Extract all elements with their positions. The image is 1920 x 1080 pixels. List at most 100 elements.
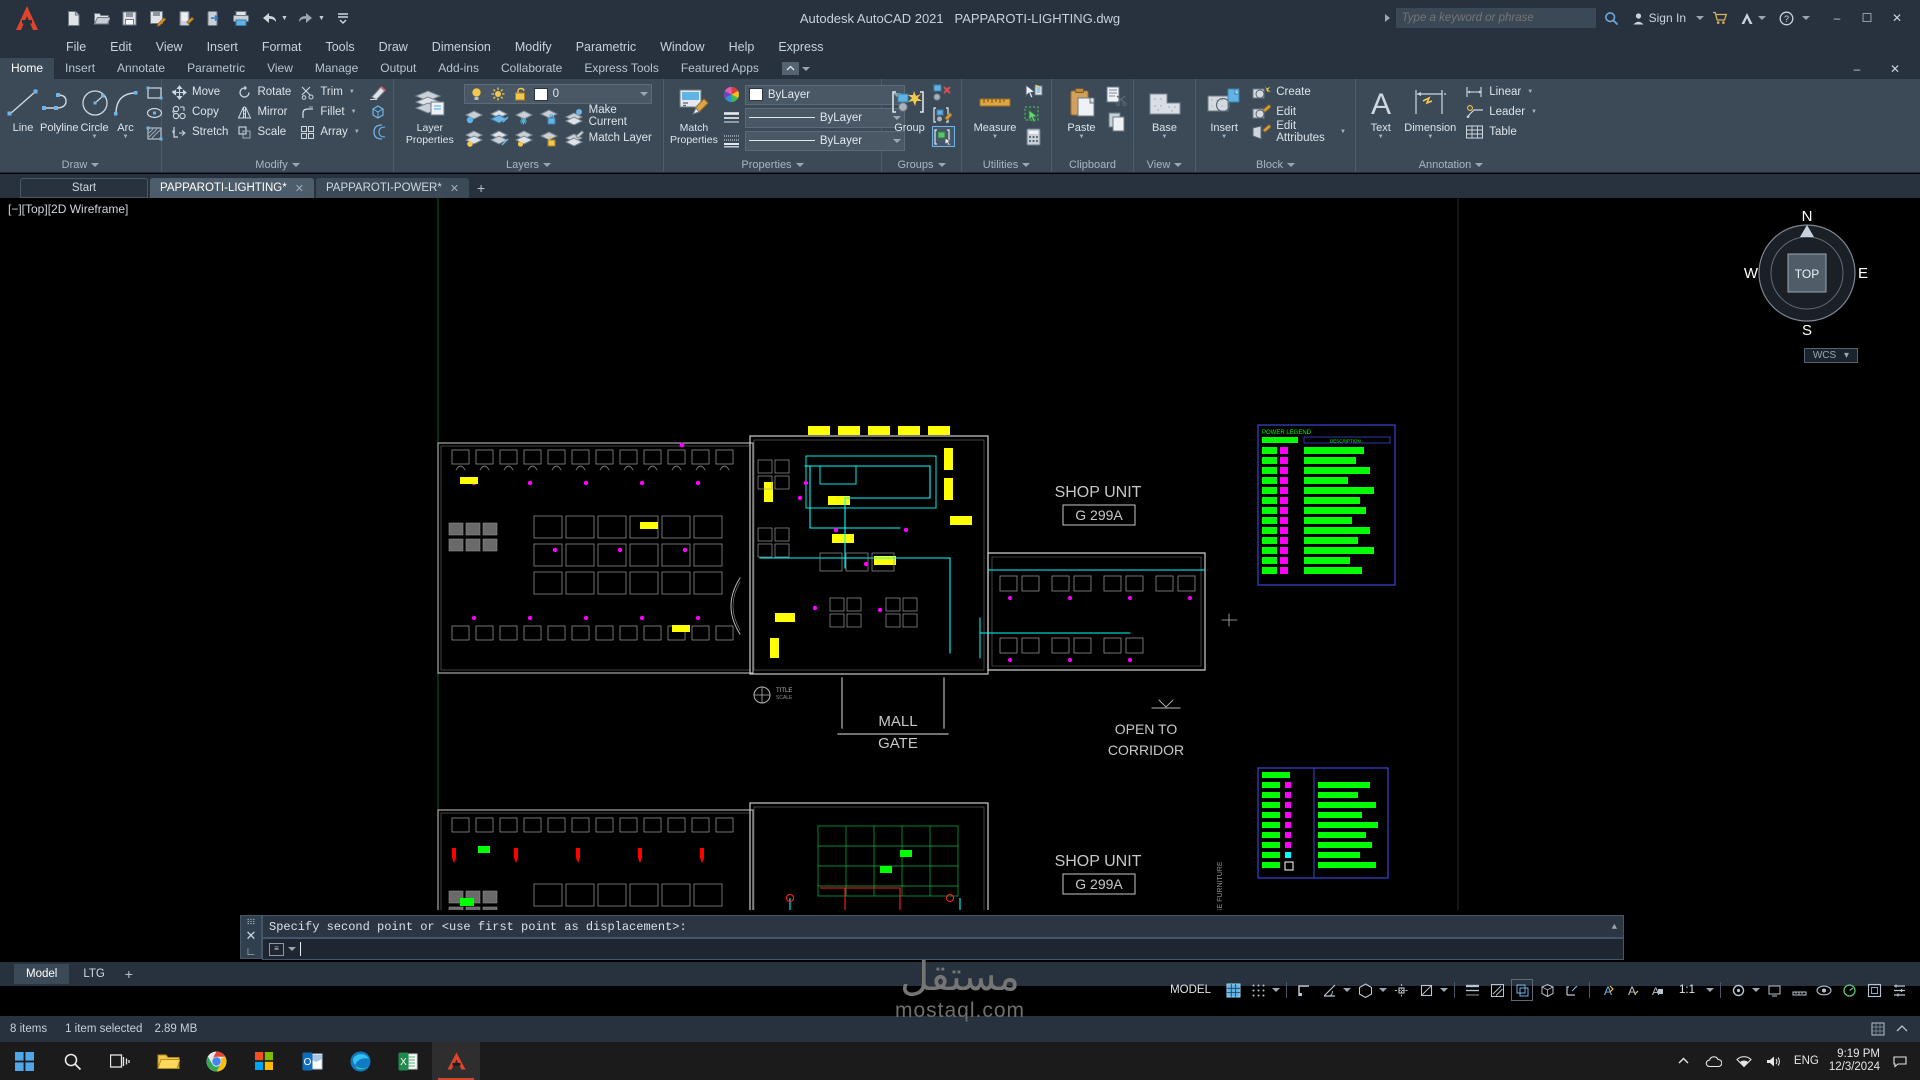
search-icon[interactable] xyxy=(1602,8,1622,28)
tab-addins[interactable]: Add-ins xyxy=(427,58,490,79)
dynamic-ucs-icon[interactable] xyxy=(1561,979,1583,1001)
tab-ltg[interactable]: LTG xyxy=(71,964,117,984)
select-similar-button[interactable] xyxy=(1023,104,1044,125)
doc-tab-lighting-close-icon[interactable]: ✕ xyxy=(295,182,304,195)
tab-output[interactable]: Output xyxy=(369,58,427,79)
isometric-dropdown-icon[interactable] xyxy=(1379,988,1387,992)
tab-featured-apps[interactable]: Featured Apps xyxy=(670,58,770,79)
status-expand-icon[interactable] xyxy=(1892,1019,1912,1039)
panel-title-utilities[interactable]: Utilities xyxy=(964,157,1049,172)
osnap-dropdown-icon[interactable] xyxy=(1440,988,1448,992)
3d-object-snap-icon[interactable] xyxy=(1536,979,1558,1001)
doc-tab-start[interactable]: Start xyxy=(20,178,148,198)
language-indicator[interactable]: ENG xyxy=(1794,1055,1819,1067)
insert-block-button[interactable]: Insert ▼ xyxy=(1202,82,1246,141)
lineweight-list-icon[interactable] xyxy=(721,107,742,128)
doc-tab-lighting[interactable]: PAPPAROTI-LIGHTING* ✕ xyxy=(150,178,314,198)
layer-on-bulb-icon[interactable] xyxy=(468,86,485,103)
sign-in-dropdown-icon[interactable] xyxy=(1696,16,1704,20)
layer-unisolate-icon[interactable] xyxy=(489,128,510,149)
dimension-button[interactable]: Dimension ▼ xyxy=(1401,82,1459,141)
layer-unlock-icon[interactable] xyxy=(512,86,529,103)
panel-title-view[interactable]: View xyxy=(1136,157,1193,172)
tab-home[interactable]: Home xyxy=(0,58,55,79)
autoscale-icon[interactable]: A xyxy=(1621,979,1643,1001)
graphics-performance-icon[interactable] xyxy=(1838,979,1860,1001)
menu-file[interactable]: File xyxy=(54,36,98,58)
move-button[interactable]: Move xyxy=(168,82,231,102)
panel-layers-expand-icon[interactable] xyxy=(543,162,552,167)
circle-button[interactable]: Circle ▼ xyxy=(79,82,111,141)
command-input-row[interactable]: ≡ xyxy=(262,938,1624,960)
measure-dropdown-icon[interactable]: ▼ xyxy=(992,134,998,141)
menu-edit[interactable]: Edit xyxy=(98,36,144,58)
layer-off-icon[interactable] xyxy=(464,128,485,149)
quick-select-button[interactable] xyxy=(1023,82,1044,103)
dimension-dropdown-icon[interactable]: ▼ xyxy=(1427,134,1433,141)
task-view-icon[interactable] xyxy=(96,1042,144,1080)
layer-isolate-icon[interactable] xyxy=(489,106,510,127)
isometric-drafting-icon[interactable] xyxy=(1354,979,1376,1001)
tab-view[interactable]: View xyxy=(256,58,304,79)
autocad-logo-icon[interactable] xyxy=(0,0,54,36)
sign-in-button[interactable]: Sign In xyxy=(1628,5,1690,31)
menu-dimension[interactable]: Dimension xyxy=(420,36,503,58)
fillet-button[interactable]: Fillet ▼ xyxy=(296,102,362,122)
store-icon[interactable] xyxy=(240,1042,288,1080)
cut-button[interactable] xyxy=(1106,84,1127,108)
copy-button[interactable]: Copy xyxy=(168,102,231,122)
annotation-scale-dropdown-icon[interactable] xyxy=(1706,988,1714,992)
viewport-label[interactable]: [−][Top][2D Wireframe] xyxy=(8,202,128,216)
rotate-button[interactable]: Rotate xyxy=(233,82,294,102)
command-options-icon[interactable] xyxy=(288,947,296,951)
volume-icon[interactable] xyxy=(1764,1051,1784,1071)
panel-utilities-expand-icon[interactable] xyxy=(1022,162,1031,167)
object-snap-icon[interactable] xyxy=(1415,979,1437,1001)
notifications-icon[interactable] xyxy=(1890,1051,1910,1071)
text-button[interactable]: A Text ▼ xyxy=(1362,82,1399,141)
command-window-resize-icon[interactable]: ∟ xyxy=(246,946,257,958)
isolate-objects-icon[interactable] xyxy=(1813,979,1835,1001)
panel-view-expand-icon[interactable] xyxy=(1174,162,1183,167)
start-button[interactable] xyxy=(0,1042,48,1080)
menu-help[interactable]: Help xyxy=(717,36,767,58)
polar-dropdown-icon[interactable] xyxy=(1343,988,1351,992)
base-view-dropdown-icon[interactable]: ▼ xyxy=(1162,134,1168,141)
base-view-button[interactable]: Base ▼ xyxy=(1140,82,1189,141)
match-layer-icon[interactable] xyxy=(564,128,585,149)
current-layer-dropdown-icon[interactable] xyxy=(639,92,648,96)
undo-icon[interactable] xyxy=(256,5,282,31)
line-button[interactable]: Line xyxy=(6,82,40,134)
menu-format[interactable]: Format xyxy=(250,36,314,58)
group-button[interactable]: Group xyxy=(888,82,931,134)
panel-title-properties[interactable]: Properties xyxy=(666,157,879,172)
group-edit-button[interactable] xyxy=(932,104,955,125)
table-button[interactable]: Table xyxy=(1461,122,1540,142)
leader-button[interactable]: Leader ▼ xyxy=(1461,102,1540,122)
file-explorer-icon[interactable] xyxy=(144,1042,192,1080)
tab-collaborate[interactable]: Collaborate xyxy=(490,58,573,79)
match-properties-button[interactable]: Match Properties xyxy=(670,82,718,146)
model-space-button[interactable]: MODEL xyxy=(1162,984,1219,996)
status-grid-view-icon[interactable] xyxy=(1868,1019,1888,1039)
stretch-button[interactable]: Stretch xyxy=(168,122,231,142)
clock-time[interactable]: 9:19 PM xyxy=(1837,1048,1880,1061)
print-icon[interactable] xyxy=(228,5,254,31)
tab-insert[interactable]: Insert xyxy=(54,58,106,79)
layer-thaw-icon[interactable] xyxy=(514,128,535,149)
tray-expand-icon[interactable] xyxy=(1674,1051,1694,1071)
ribbon-minimize-button[interactable]: – xyxy=(1842,56,1872,82)
open-file-icon[interactable] xyxy=(88,5,114,31)
new-layout-icon[interactable]: + xyxy=(119,966,139,982)
offset-button[interactable] xyxy=(365,122,392,142)
menu-view[interactable]: View xyxy=(144,36,195,58)
plot-preview-icon[interactable] xyxy=(172,5,198,31)
wcs-dropdown-icon[interactable]: ▾ xyxy=(1844,350,1849,361)
polyline-button[interactable]: Polyline xyxy=(40,82,79,134)
object-snap-tracking-icon[interactable] xyxy=(1390,979,1412,1001)
group-selection-button[interactable] xyxy=(932,126,955,147)
ribbon-collapse-icon[interactable] xyxy=(781,62,799,75)
panel-title-block[interactable]: Block xyxy=(1198,157,1353,172)
tab-parametric[interactable]: Parametric xyxy=(176,58,256,79)
doc-tab-new-icon[interactable]: + xyxy=(471,178,491,198)
